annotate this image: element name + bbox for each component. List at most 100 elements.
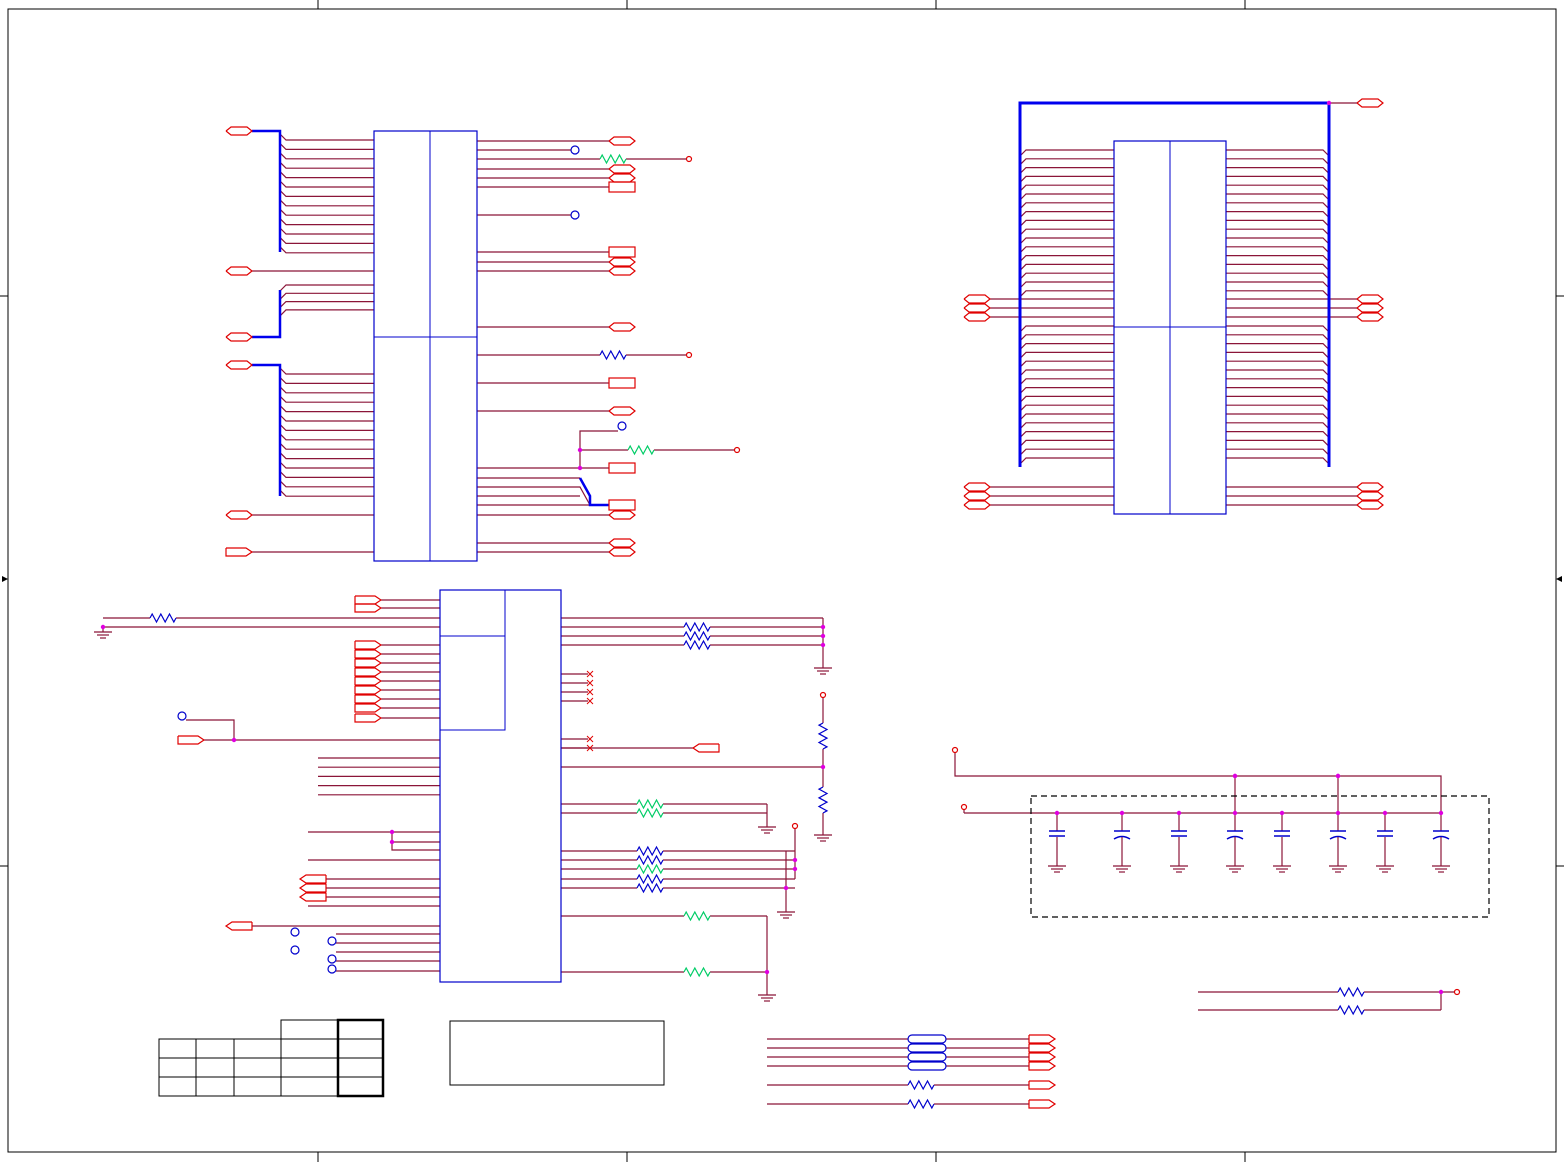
port-icon: [608, 499, 636, 511]
border-frame: [7, 8, 1557, 1153]
wire: [1226, 395, 1330, 403]
bus-line: [252, 290, 282, 339]
junction-dot-icon: [389, 829, 395, 835]
port-icon: [691, 743, 720, 753]
wire: [1019, 439, 1114, 447]
port-icon: [608, 246, 636, 258]
port-icon: [225, 126, 253, 136]
resistor-icon: [636, 854, 664, 866]
test-point-icon: [960, 803, 968, 811]
port-icon: [963, 500, 991, 510]
bus-line: [252, 363, 282, 496]
wire: [279, 386, 374, 394]
wire: [1226, 228, 1330, 236]
junction-dot-icon: [792, 857, 798, 863]
wire: [279, 480, 374, 488]
junction-dot-icon: [389, 839, 395, 845]
wire: [1019, 272, 1114, 280]
wire: [279, 414, 374, 422]
wire: [279, 442, 374, 450]
junction-dot-icon: [820, 633, 826, 639]
port-icon: [354, 649, 383, 659]
port-icon: [1028, 1061, 1057, 1071]
port-icon: [354, 595, 383, 605]
port-icon: [963, 294, 991, 304]
bus-line: [252, 129, 282, 252]
port-icon: [608, 322, 636, 332]
wire: [1019, 343, 1114, 351]
port-icon: [608, 257, 636, 267]
wire: [1226, 378, 1330, 386]
port-icon: [225, 510, 253, 520]
junction-dot-icon: [1326, 100, 1332, 106]
port-icon: [608, 510, 636, 520]
wire: [1019, 255, 1114, 263]
wire: [1019, 219, 1114, 227]
wire: [1226, 351, 1330, 359]
junction-dot-icon: [1335, 773, 1341, 779]
buses: [252, 101, 1331, 507]
port-icon: [1356, 491, 1384, 501]
port-icon: [1028, 1080, 1057, 1090]
wire: [391, 832, 440, 851]
wire: [1226, 158, 1330, 166]
junction-dot-icon: [1382, 810, 1388, 816]
wire: [1226, 175, 1330, 183]
junction-dot-icon: [1232, 773, 1238, 779]
junction-dot-icon: [792, 866, 798, 872]
resistor-icon: [1337, 1004, 1365, 1016]
wire: [1226, 422, 1330, 430]
resistor-icon: [683, 621, 711, 633]
junction-dot-icon: [1335, 810, 1341, 816]
ic-u3-body: [439, 589, 562, 983]
port-icon: [225, 547, 254, 557]
test-point-icon: [819, 691, 827, 699]
wire: [954, 753, 1442, 813]
wire: [279, 284, 374, 292]
port-icon: [298, 883, 327, 893]
wire: [279, 376, 374, 384]
port-icon: [608, 173, 636, 183]
resistor-icon: [636, 807, 664, 819]
wire: [1019, 281, 1114, 289]
port-icon: [608, 136, 636, 146]
junction-dot-icon: [820, 642, 826, 648]
test-point-icon: [327, 954, 337, 964]
wire: [186, 719, 235, 740]
resistor-icon: [636, 863, 664, 875]
wire: [1226, 211, 1330, 219]
port-icon: [608, 164, 636, 174]
port-icon: [177, 735, 206, 745]
wire: [279, 208, 374, 216]
wire: [279, 218, 374, 226]
wire: [1226, 413, 1330, 421]
wire: [1019, 413, 1114, 421]
resistor-icon: [683, 630, 711, 642]
wire: [1019, 228, 1114, 236]
wire: [1019, 184, 1114, 192]
wire: [1019, 422, 1114, 430]
port-icon: [354, 713, 383, 723]
wire: [279, 246, 374, 254]
wire: [1019, 387, 1114, 395]
ferrite-bead-icon: [907, 1034, 947, 1044]
wire: [1226, 457, 1330, 465]
wire: [1226, 431, 1330, 439]
wire: [1226, 281, 1330, 289]
junction-dot-icon: [577, 465, 583, 471]
junction-dot-icon: [783, 885, 789, 891]
port-icon: [608, 547, 636, 557]
wire: [1019, 290, 1114, 298]
wire: [279, 405, 374, 413]
wire: [1019, 431, 1114, 439]
test-point-icon: [290, 945, 300, 955]
port-icon: [1356, 98, 1384, 108]
resistor-icon: [636, 798, 664, 810]
port-icon: [224, 921, 253, 931]
wire: [279, 470, 374, 478]
resistor-icon: [627, 444, 655, 456]
wire: [1019, 211, 1114, 219]
wire: [1226, 272, 1330, 280]
port-icon: [225, 360, 253, 370]
wire: [1226, 290, 1330, 298]
